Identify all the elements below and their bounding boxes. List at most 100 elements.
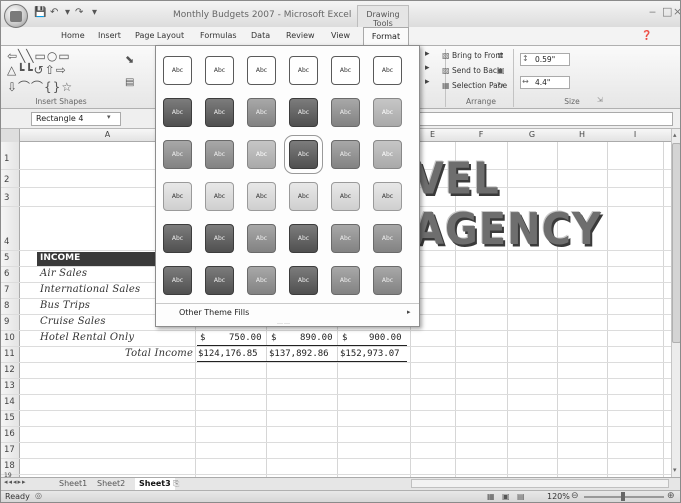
size-dialog-launcher-icon[interactable]: ⇲: [597, 96, 603, 104]
style-swatch[interactable]: Abc: [373, 98, 402, 127]
style-swatch-selected[interactable]: Abc: [284, 135, 323, 174]
style-swatch[interactable]: Abc: [373, 182, 402, 211]
column-header-i[interactable]: I: [607, 130, 663, 139]
shape-outline-icon[interactable]: ▸: [425, 63, 430, 73]
style-swatch[interactable]: Abc: [247, 224, 276, 253]
cell-cruise-sales[interactable]: Cruise Sales: [40, 316, 106, 327]
column-header-f[interactable]: F: [455, 130, 507, 139]
tab-insert[interactable]: Insert: [98, 27, 121, 45]
style-swatch[interactable]: Abc: [163, 266, 192, 295]
name-box-dropdown-icon[interactable]: ▾: [107, 113, 111, 121]
style-swatch[interactable]: Abc: [163, 140, 192, 169]
style-swatch[interactable]: Abc: [205, 140, 234, 169]
cell-currency-symbol[interactable]: $: [271, 333, 276, 343]
row-header-15[interactable]: 15: [1, 413, 20, 423]
column-header-h[interactable]: H: [557, 130, 607, 139]
style-swatch[interactable]: Abc: [205, 182, 234, 211]
tab-home[interactable]: Home: [61, 27, 85, 45]
style-swatch[interactable]: Abc: [247, 56, 276, 85]
select-all-button[interactable]: [1, 129, 20, 142]
other-theme-fills-menu-item[interactable]: Other Theme Fills: [179, 308, 249, 317]
cell-air-sales[interactable]: Air Sales: [40, 268, 87, 279]
style-swatch[interactable]: Abc: [247, 140, 276, 169]
style-swatch[interactable]: Abc: [331, 266, 360, 295]
row-header-11[interactable]: 11: [1, 349, 20, 359]
send-to-back-button[interactable]: Send to Back: [452, 66, 501, 75]
tab-data[interactable]: Data: [251, 27, 270, 45]
customize-qat-icon[interactable]: ▾: [92, 7, 97, 19]
cell-total[interactable]: $124,176.85: [198, 349, 258, 359]
style-swatch[interactable]: Abc: [289, 56, 318, 85]
page-layout-view-icon[interactable]: ▣: [502, 492, 510, 501]
shapes-row-2[interactable]: △┗┗↺⇧⇨: [7, 63, 67, 77]
style-swatch[interactable]: Abc: [247, 266, 276, 295]
row-header-14[interactable]: 14: [1, 397, 20, 407]
row-header-3[interactable]: 3: [1, 193, 20, 203]
cell-hotel-rental[interactable]: Hotel Rental Only: [40, 332, 134, 343]
row-header-7[interactable]: 7: [1, 285, 20, 295]
row-header-4[interactable]: 4: [1, 237, 20, 247]
cell-total-income[interactable]: Total Income: [125, 348, 193, 359]
row-header-8[interactable]: 8: [1, 301, 20, 311]
style-swatch[interactable]: Abc: [373, 266, 402, 295]
minimize-icon[interactable]: ‒: [649, 5, 656, 18]
undo-icon[interactable]: ↶: [50, 7, 58, 19]
row-header-17[interactable]: 17: [1, 445, 20, 455]
style-swatch[interactable]: Abc: [373, 56, 402, 85]
cell-value[interactable]: 750.00: [229, 333, 262, 343]
tab-formulas[interactable]: Formulas: [200, 27, 237, 45]
style-swatch[interactable]: Abc: [331, 224, 360, 253]
row-header-6[interactable]: 6: [1, 269, 20, 279]
resize-grip-icon[interactable]: ……: [277, 319, 291, 326]
row-header-12[interactable]: 12: [1, 365, 20, 375]
rotate-icon[interactable]: ↻: [497, 81, 504, 90]
row-header-2[interactable]: 2: [1, 175, 20, 185]
style-swatch[interactable]: Abc: [373, 224, 402, 253]
zoom-out-icon[interactable]: ⊖: [571, 491, 579, 501]
bring-to-front-button[interactable]: Bring to Front: [452, 51, 503, 60]
style-swatch[interactable]: Abc: [247, 182, 276, 211]
cell-currency-symbol[interactable]: $: [200, 333, 205, 343]
style-swatch[interactable]: Abc: [289, 98, 318, 127]
normal-view-icon[interactable]: ▦: [487, 492, 495, 501]
align-icon[interactable]: ≣: [497, 51, 504, 60]
zoom-in-icon[interactable]: ⊕: [667, 491, 675, 501]
restore-icon[interactable]: □: [662, 5, 672, 18]
scrollbar-thumb[interactable]: [672, 143, 680, 343]
style-swatch[interactable]: Abc: [331, 182, 360, 211]
tab-view[interactable]: View: [331, 27, 350, 45]
shapes-row-3[interactable]: ⇩⌒⌒{}☆: [7, 78, 73, 95]
style-swatch[interactable]: Abc: [163, 224, 192, 253]
style-swatch[interactable]: Abc: [247, 98, 276, 127]
scroll-up-icon[interactable]: ▴: [673, 131, 677, 139]
edit-shape-icon[interactable]: ⬊: [125, 53, 134, 66]
column-header-g[interactable]: G: [507, 130, 557, 139]
shape-effects-icon[interactable]: ▸: [425, 77, 430, 87]
page-break-view-icon[interactable]: ▤: [517, 492, 525, 501]
sheet-tab-sheet3[interactable]: Sheet3: [135, 478, 175, 490]
style-swatch[interactable]: Abc: [205, 266, 234, 295]
office-button[interactable]: [4, 4, 28, 28]
style-swatch[interactable]: Abc: [205, 224, 234, 253]
row-header-16[interactable]: 16: [1, 429, 20, 439]
cell-currency-symbol[interactable]: $: [342, 333, 347, 343]
style-swatch[interactable]: Abc: [331, 56, 360, 85]
style-swatch[interactable]: Abc: [163, 56, 192, 85]
tab-page-layout[interactable]: Page Layout: [135, 27, 184, 45]
style-swatch[interactable]: Abc: [205, 56, 234, 85]
sheet-nav-icons[interactable]: ◂◂◂▸▸: [4, 478, 27, 486]
row-header-13[interactable]: 13: [1, 381, 20, 391]
undo-dropdown-icon[interactable]: ▾: [65, 7, 70, 19]
style-swatch[interactable]: Abc: [163, 98, 192, 127]
cell-value[interactable]: 890.00: [300, 333, 333, 343]
redo-icon[interactable]: ↷: [75, 7, 83, 19]
cell-total[interactable]: $152,973.07: [340, 349, 400, 359]
macro-record-icon[interactable]: ◎: [35, 491, 42, 500]
income-header[interactable]: INCOME: [40, 253, 80, 263]
close-icon[interactable]: ×: [673, 5, 680, 18]
zoom-level[interactable]: 120%: [547, 492, 570, 501]
row-header-10[interactable]: 10: [1, 333, 20, 343]
group-icon[interactable]: ▣: [497, 66, 505, 75]
cell-bus-trips[interactable]: Bus Trips: [40, 300, 90, 311]
insert-sheet-icon[interactable]: ⎘: [173, 478, 179, 490]
